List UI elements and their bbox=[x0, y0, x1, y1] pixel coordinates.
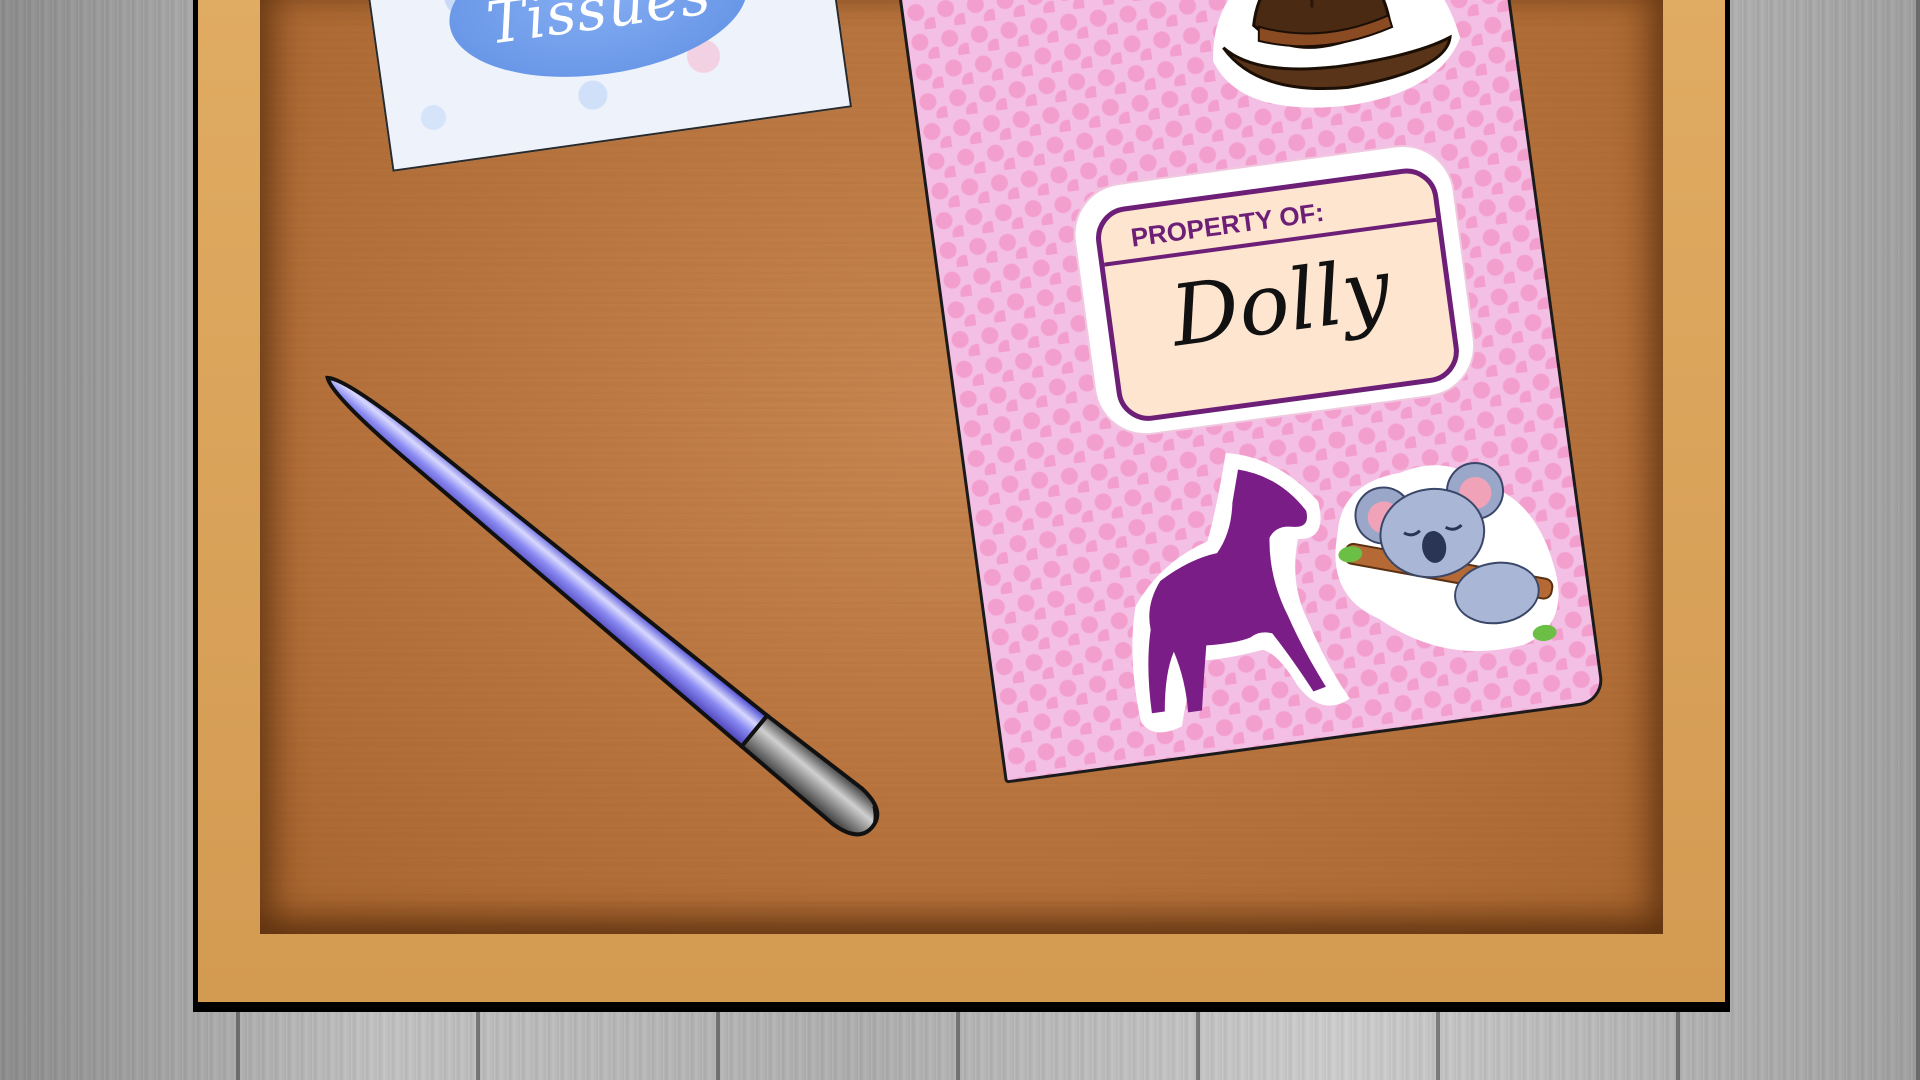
name-label-sticker: PROPERTY OF: Dolly bbox=[1069, 140, 1480, 440]
name-label-header: PROPERTY OF: bbox=[1097, 170, 1437, 267]
tissue-box-label: Tissues bbox=[482, 0, 716, 58]
name-label: PROPERTY OF: Dolly bbox=[1092, 164, 1463, 425]
property-of-heading: PROPERTY OF: bbox=[1128, 196, 1326, 253]
cowboy-hat-icon bbox=[1213, 0, 1461, 108]
owner-name: Dolly bbox=[1165, 239, 1396, 366]
tissue-box-oval: Tissues bbox=[440, 0, 757, 95]
notebook[interactable]: PROPERTY OF: Dolly bbox=[895, 0, 1606, 784]
koala-icon bbox=[1335, 461, 1559, 652]
